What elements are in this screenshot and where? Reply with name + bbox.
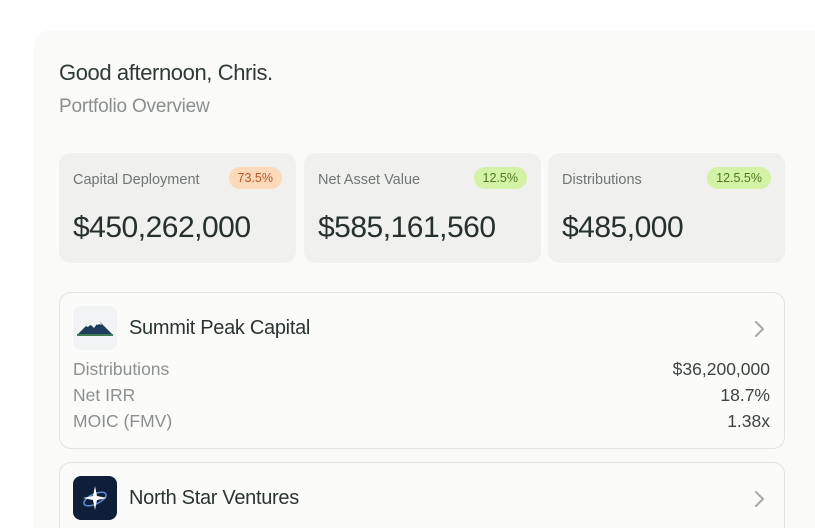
stat-label: Capital Deployment bbox=[73, 172, 200, 188]
stat-card-net-asset-value: Net Asset Value 12.5% $585,161,560 bbox=[304, 153, 541, 263]
metric-row-net-irr: Net IRR 18.7% bbox=[73, 385, 770, 407]
stat-badge: 73.5% bbox=[228, 167, 282, 189]
metric-label: MOIC (FMV) bbox=[73, 411, 173, 431]
chevron-right-icon[interactable] bbox=[752, 489, 766, 509]
fund-card-north-star-ventures[interactable]: North Star Ventures bbox=[59, 462, 785, 528]
portfolio-panel: Good afternoon, Chris. Portfolio Overvie… bbox=[33, 30, 815, 528]
greeting-title: Good afternoon, Chris. bbox=[59, 60, 273, 85]
stat-value: $585,161,560 bbox=[318, 211, 496, 244]
chevron-right-icon[interactable] bbox=[752, 319, 766, 339]
metric-value: 18.7% bbox=[720, 385, 770, 405]
stat-value: $450,262,000 bbox=[73, 211, 251, 244]
stat-value: $485,000 bbox=[562, 211, 684, 244]
metric-row-distributions: Distributions $36,200,000 bbox=[73, 359, 770, 381]
fund-name: North Star Ventures bbox=[129, 487, 299, 509]
metric-value: 1.38x bbox=[727, 411, 770, 431]
mountain-logo-icon bbox=[73, 306, 117, 350]
star-logo-icon bbox=[73, 476, 117, 520]
stat-label: Distributions bbox=[562, 172, 642, 188]
metric-label: Distributions bbox=[73, 359, 170, 379]
stat-card-capital-deployment: Capital Deployment 73.5% $450,262,000 bbox=[59, 153, 296, 263]
stat-badge: 12.5.5% bbox=[707, 167, 771, 189]
stat-card-distributions: Distributions 12.5.5% $485,000 bbox=[548, 153, 785, 263]
fund-name: Summit Peak Capital bbox=[129, 317, 311, 339]
metric-value: $36,200,000 bbox=[672, 359, 770, 379]
page-subtitle: Portfolio Overview bbox=[59, 96, 210, 117]
fund-card-summit-peak-capital[interactable]: Summit Peak Capital Distributions $36,20… bbox=[59, 292, 785, 449]
stat-label: Net Asset Value bbox=[318, 172, 421, 188]
stat-badge: 12.5% bbox=[473, 167, 527, 189]
metric-label: Net IRR bbox=[73, 385, 136, 405]
metric-row-moic: MOIC (FMV) 1.38x bbox=[73, 411, 770, 433]
